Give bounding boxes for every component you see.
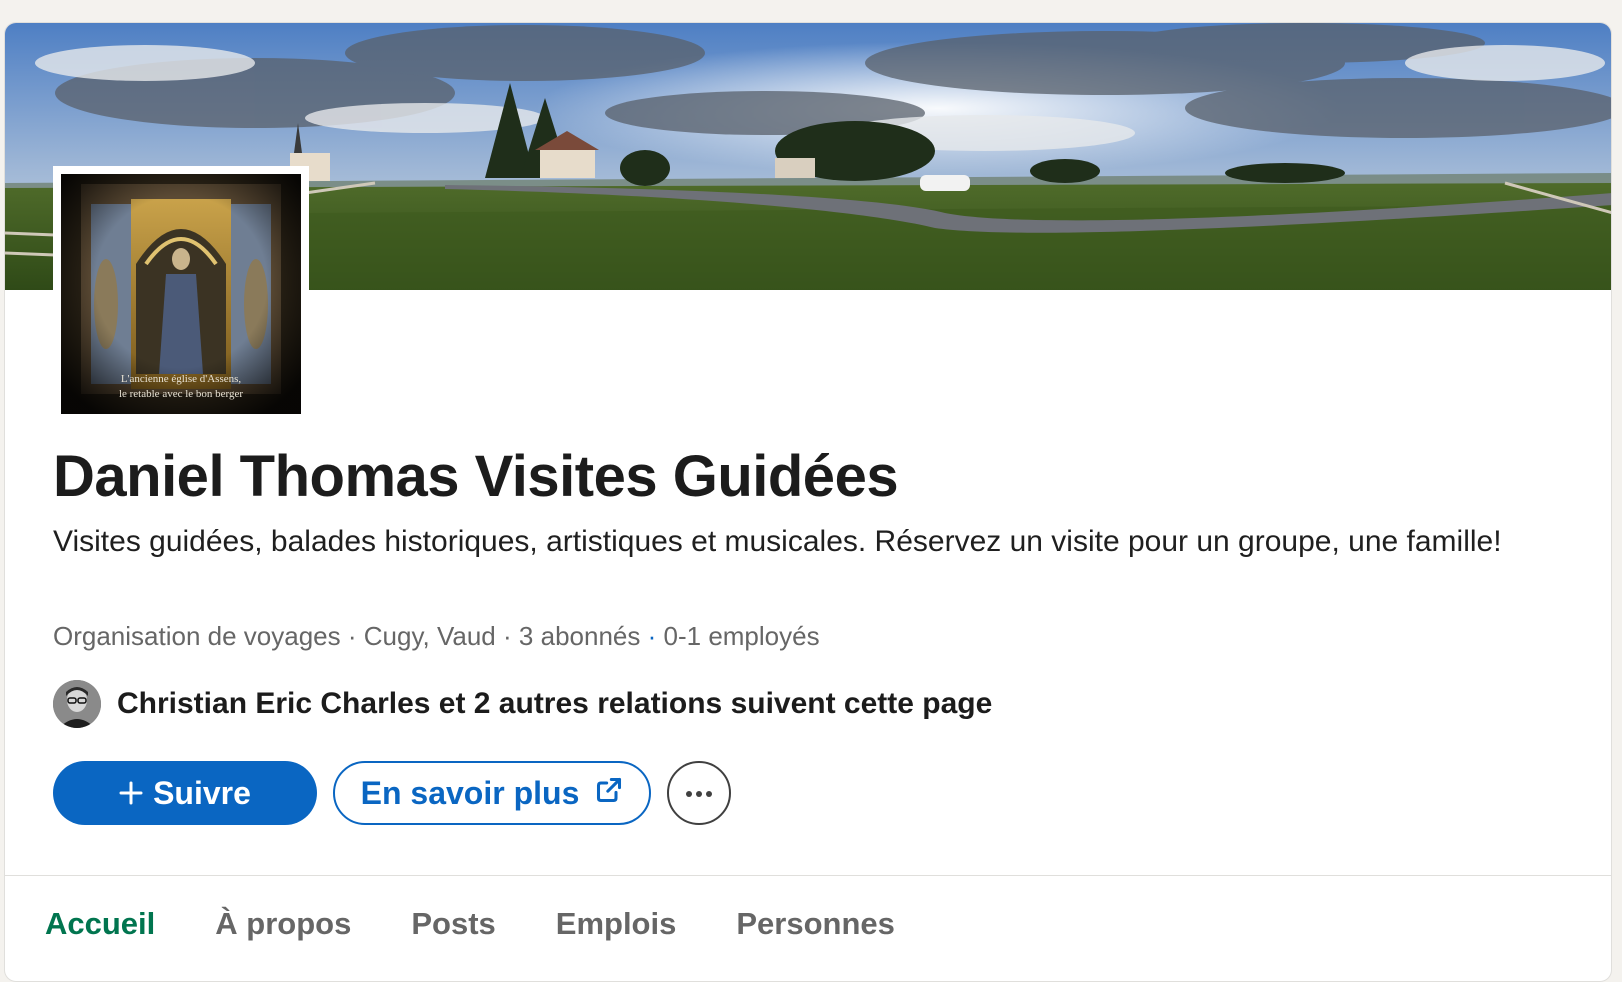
industry: Organisation de voyages: [53, 621, 341, 651]
divider: [5, 875, 1611, 876]
connections-following[interactable]: Christian Eric Charles et 2 autres relat…: [53, 680, 992, 728]
meta-separator: ·: [503, 621, 512, 651]
page-tabs: Accueil À propos Posts Emplois Personnes: [45, 906, 895, 942]
meta-separator: ·: [347, 621, 357, 651]
tab-a-propos[interactable]: À propos: [215, 906, 351, 942]
tab-accueil[interactable]: Accueil: [45, 906, 155, 942]
employees-count[interactable]: 0-1 employés: [664, 621, 820, 651]
tab-personnes[interactable]: Personnes: [736, 906, 895, 942]
logo-caption-line1: L'ancienne église d'Assens,: [121, 373, 242, 385]
company-tagline: Visites guidées, balades historiques, ar…: [53, 525, 1502, 558]
company-meta: Organisation de voyages · Cugy, Vaud · 3…: [53, 621, 820, 652]
more-icon: [685, 786, 713, 801]
plus-icon: [119, 774, 143, 812]
followers-count[interactable]: 3 abonnés: [519, 621, 640, 651]
tab-emplois[interactable]: Emplois: [556, 906, 677, 942]
external-link-icon: [595, 775, 623, 812]
company-page-card: L'ancienne église d'Assens, le retable a…: [4, 22, 1612, 982]
tab-posts[interactable]: Posts: [411, 906, 495, 942]
logo-caption-line2: le retable avec le bon berger: [119, 388, 243, 400]
learn-more-button[interactable]: En savoir plus: [333, 761, 651, 825]
meta-separator: ·: [647, 621, 657, 651]
avatar: [53, 680, 101, 728]
company-name: Daniel Thomas Visites Guidées: [53, 444, 899, 509]
follow-button-label: Suivre: [153, 774, 251, 811]
action-bar: Suivre En savoir plus: [53, 761, 731, 825]
learn-more-button-label: En savoir plus: [360, 774, 580, 811]
more-options-button[interactable]: [667, 761, 731, 825]
follow-button[interactable]: Suivre: [53, 761, 317, 825]
connections-following-text: Christian Eric Charles et 2 autres relat…: [117, 687, 993, 720]
location: Cugy, Vaud: [363, 621, 496, 651]
company-logo[interactable]: L'ancienne église d'Assens, le retable a…: [53, 166, 309, 422]
